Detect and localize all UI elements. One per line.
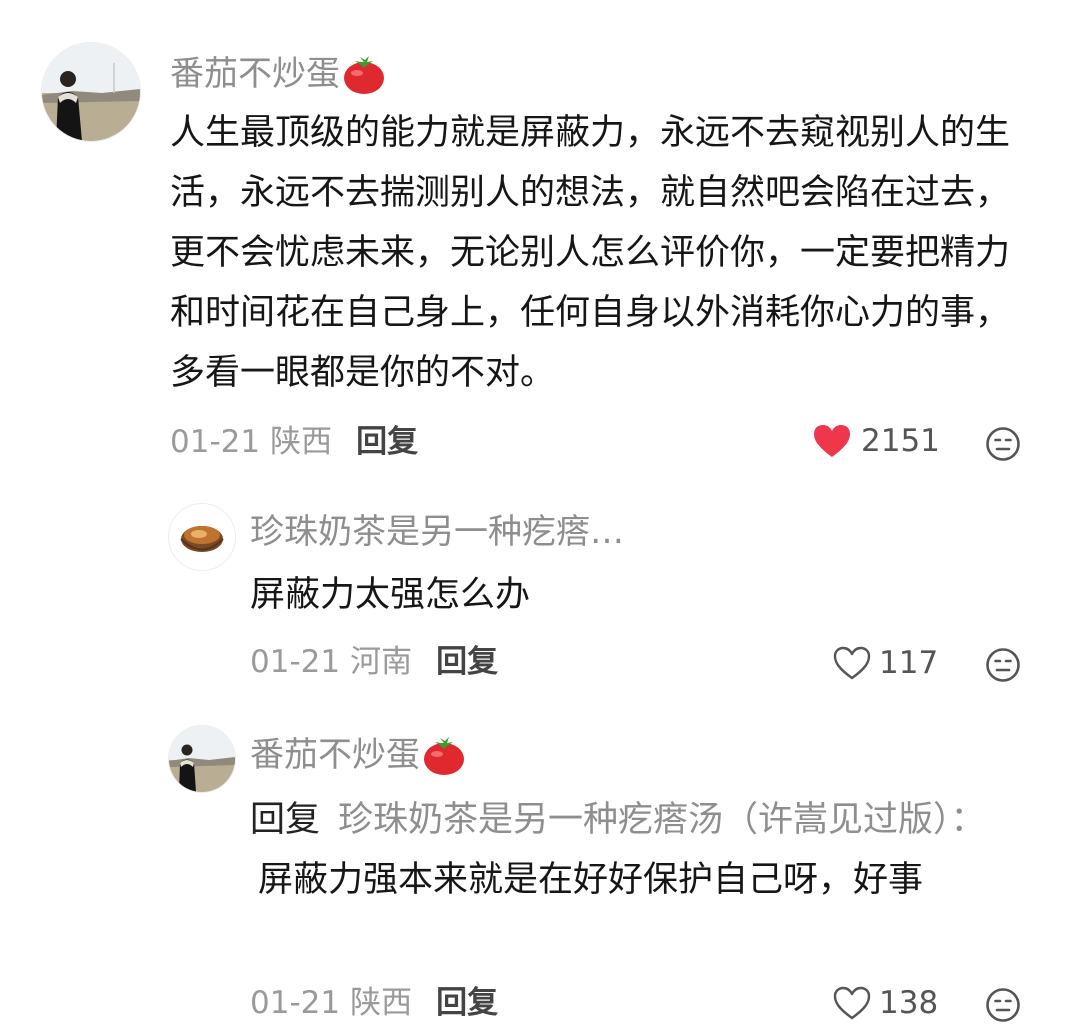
avatar[interactable] xyxy=(168,725,236,793)
like-button[interactable]: 117 xyxy=(832,645,938,681)
comment-date: 01-21 xyxy=(170,424,261,460)
reply-location: 陕西 xyxy=(350,985,413,1021)
reply-meta: 01-21 河南 回复 xyxy=(250,647,498,678)
username-row: 番茄不炒蛋 xyxy=(250,733,466,777)
reply-button[interactable]: 回复 xyxy=(436,647,498,678)
dislike-icon[interactable] xyxy=(985,987,1021,1023)
username[interactable]: 番茄不炒蛋 xyxy=(170,57,340,91)
username[interactable]: 番茄不炒蛋 xyxy=(250,738,420,772)
reply-meta: 01-21 陕西 回复 xyxy=(250,988,498,1019)
reply-button[interactable]: 回复 xyxy=(356,427,418,458)
like-count: 2151 xyxy=(861,422,940,459)
avatar[interactable] xyxy=(41,42,141,142)
comment-meta: 01-21 陕西 回复 xyxy=(170,427,418,458)
like-count: 138 xyxy=(879,984,939,1021)
reply-text: 屏蔽力太强怎么办 xyxy=(250,575,531,615)
comment-text: 人生最顶级的能力就是屏蔽力，永远不去窥视别人的生活，永远不去揣测别人的想法，就自… xyxy=(170,113,1011,393)
reply-content: 屏蔽力强本来就是在好好保护自己呀，好事 xyxy=(258,860,924,900)
username-row: 番茄不炒蛋 xyxy=(170,52,386,96)
reply-date: 01-21 xyxy=(250,644,341,680)
like-button[interactable]: 138 xyxy=(832,985,938,1021)
tomato-emoji-icon xyxy=(424,737,464,775)
heart-outline-icon xyxy=(833,986,871,1020)
reply-button[interactable]: 回复 xyxy=(436,988,498,1019)
heart-outline-icon xyxy=(833,646,871,680)
dislike-icon[interactable] xyxy=(985,647,1021,683)
comment-location: 陕西 xyxy=(270,424,333,460)
username[interactable]: 珍珠奶茶是另一种疙瘩… xyxy=(250,515,624,549)
reply-date: 01-21 xyxy=(250,985,341,1021)
like-count: 117 xyxy=(879,644,939,681)
avatar[interactable] xyxy=(168,503,236,571)
reply-location: 河南 xyxy=(350,644,413,680)
reply-prefix: 回复 xyxy=(250,800,321,840)
tomato-emoji-icon xyxy=(344,56,384,94)
reply-text: 回复 珍珠奶茶是另一种疙瘩汤（许嵩见过版）： 屏蔽力强本来就是在好好保护自己呀，好事 xyxy=(250,790,1010,910)
dislike-icon[interactable] xyxy=(985,426,1021,462)
heart-filled-icon xyxy=(814,425,850,457)
reply-target-name[interactable]: 珍珠奶茶是另一种疙瘩汤（许嵩见过版）： xyxy=(338,800,986,840)
like-button[interactable]: 2151 xyxy=(812,423,940,459)
